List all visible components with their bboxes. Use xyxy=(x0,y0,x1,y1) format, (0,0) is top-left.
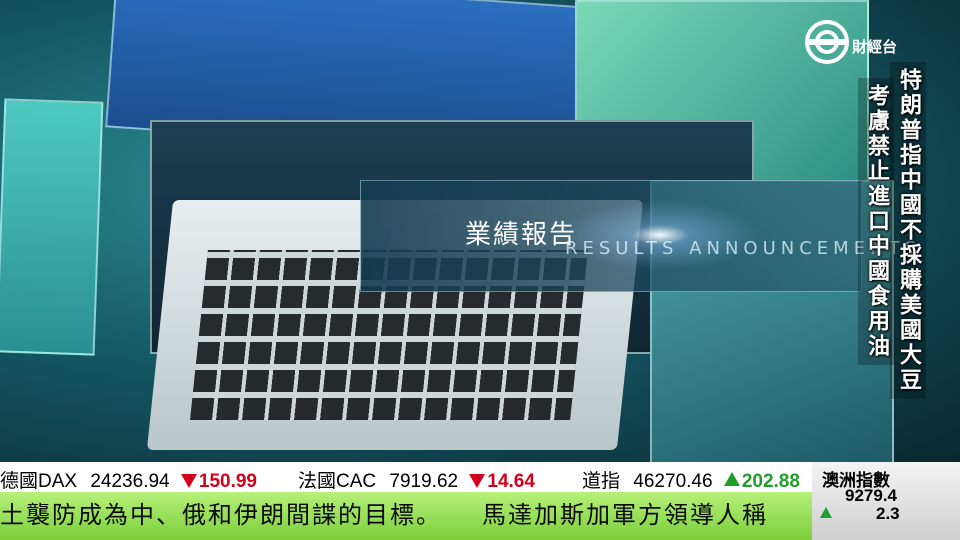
news-crawl: 土襲防成為中、俄和伊朗間諜的目標。 馬達加斯加軍方領導人稱 xyxy=(0,492,812,540)
up-arrow-icon xyxy=(723,472,740,486)
market-ticker: 德國DAX 24236.94 150.99 法國CAC 7919.62 14.6… xyxy=(0,462,812,492)
ticker-value: 46270.46 xyxy=(633,471,713,492)
ticker-name: 道指 xyxy=(582,471,621,492)
ticker-item: 道指 46270.46 202.88 xyxy=(582,466,800,493)
ticker-item: 德國DAX 24236.94 150.99 xyxy=(0,466,257,493)
ticker-change: 202.88 xyxy=(741,471,800,492)
headline-line1: 特朗普指中國不採購美國大豆 xyxy=(890,62,926,399)
asia-index-value: 9279.4 xyxy=(845,486,897,505)
tvb-logo-icon xyxy=(805,20,849,64)
down-arrow-icon xyxy=(180,474,197,488)
background-graphics: 業績報告 RESULTS ANNOUNCEMENTS xyxy=(0,0,960,462)
ticker-change: 14.64 xyxy=(487,471,535,492)
banner-title: 業績報告 xyxy=(465,220,578,250)
ticker-name: 德國DAX xyxy=(0,471,78,492)
ticker-item: 法國CAC 7919.62 14.64 xyxy=(298,466,535,493)
headline-line2: 考慮禁止進口中國食用油 xyxy=(858,78,894,365)
down-arrow-icon xyxy=(469,474,486,488)
ticker-change: 150.99 xyxy=(198,471,258,492)
ticker-value: 24236.94 xyxy=(90,471,170,492)
teal-video-panel xyxy=(0,98,104,356)
lens-flare xyxy=(560,200,760,270)
up-arrow-icon xyxy=(820,507,832,518)
ticker-name: 法國CAC xyxy=(298,471,377,492)
ticker-value: 7919.62 xyxy=(389,471,459,492)
channel-name: 財經台 xyxy=(852,38,898,56)
crawl-text: 土襲防成為中、俄和伊朗間諜的目標。 馬達加斯加軍方領導人稱 xyxy=(0,501,768,529)
asia-index-change: 2.3 xyxy=(876,504,900,523)
